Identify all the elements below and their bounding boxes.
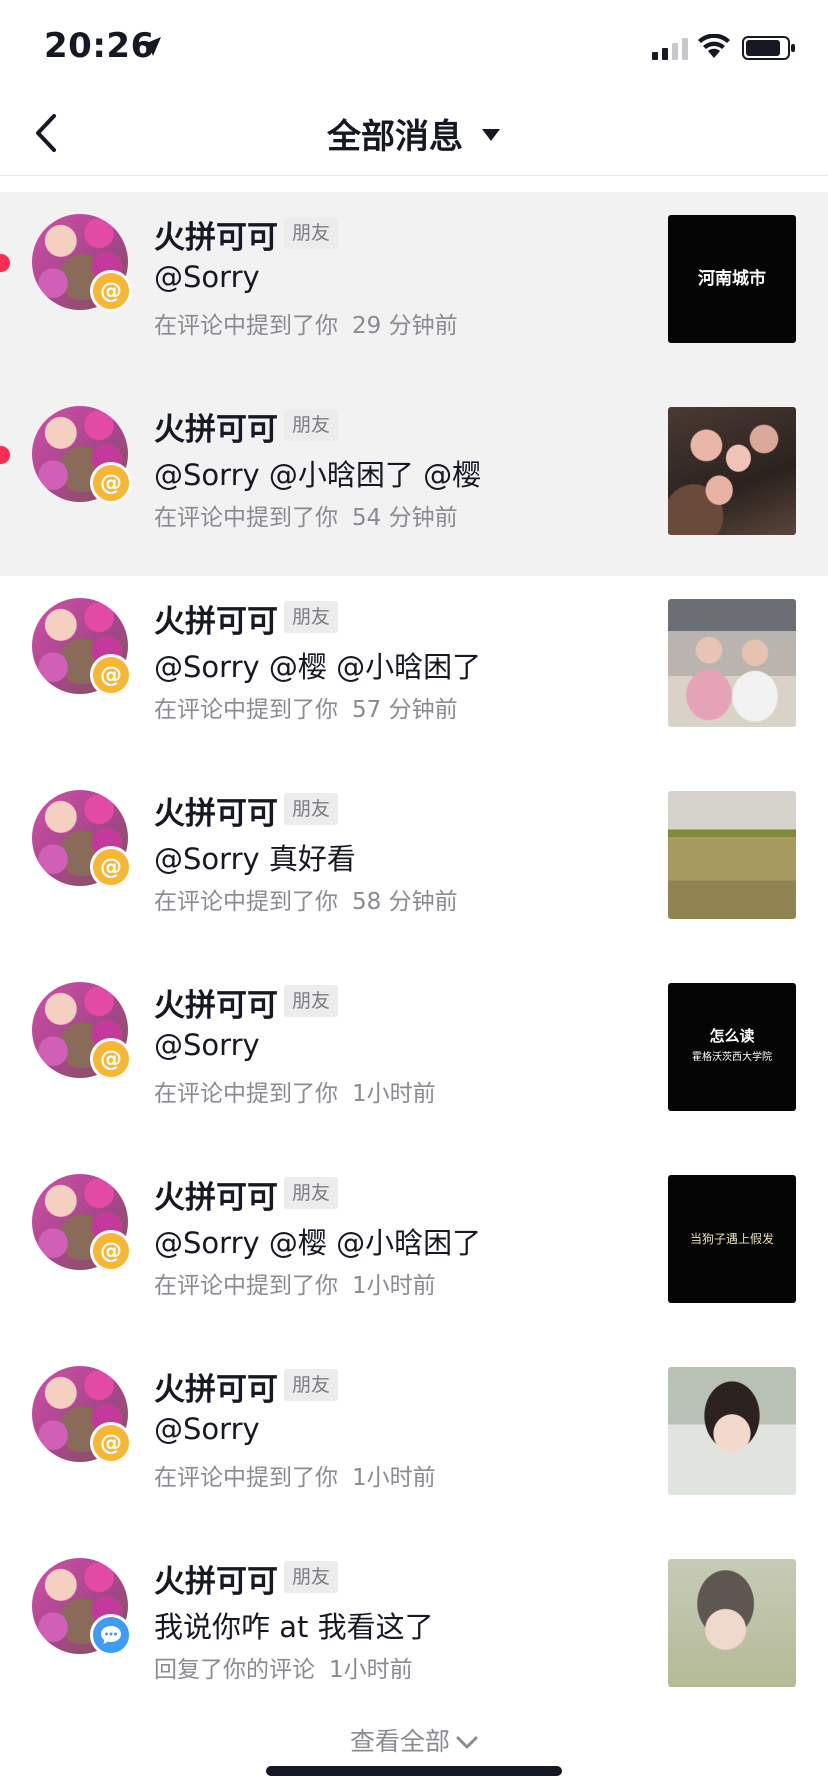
message-text: @Sorry @樱 @小晗困了 (154, 1226, 482, 1260)
signal-icon (652, 38, 688, 60)
video-thumbnail[interactable] (668, 407, 796, 535)
message-meta: 在评论中提到了你 54 分钟前 (154, 498, 458, 532)
friend-tag: 朋友 (284, 409, 339, 441)
username[interactable]: 火拼可可 (154, 212, 278, 257)
video-thumbnail[interactable] (668, 599, 796, 727)
message-meta: 在评论中提到了你 1小时前 (154, 1458, 436, 1492)
timestamp: 1小时前 (352, 1273, 436, 1299)
list-item[interactable]: @ 火拼可可 朋友 @Sorry @小晗困了 @樱 在评论中提到了你 54 分钟前 (0, 384, 828, 576)
location-arrow-icon (142, 37, 161, 56)
message-meta: 在评论中提到了你 58 分钟前 (154, 882, 458, 916)
at-icon: @ (90, 462, 132, 504)
list-item[interactable]: @ 火拼可可 朋友 @Sorry 在评论中提到了你 1小时前 (0, 1344, 828, 1536)
friend-tag: 朋友 (284, 601, 339, 633)
action-text: 在评论中提到了你 (154, 1081, 338, 1107)
timestamp: 1小时前 (329, 1657, 413, 1683)
at-icon: @ (90, 654, 132, 696)
unread-dot (0, 446, 10, 464)
username[interactable]: 火拼可可 (154, 788, 278, 833)
friend-tag: 朋友 (284, 1369, 339, 1401)
username[interactable]: 火拼可可 (154, 980, 278, 1025)
thumbnail-subcaption: 霍格沃茨西大学院 (692, 1052, 772, 1063)
thumbnail-caption: 当狗子遇上假发 (689, 1232, 774, 1246)
message-meta: 在评论中提到了你 57 分钟前 (154, 690, 458, 724)
action-text: 在评论中提到了你 (154, 313, 338, 339)
list-item[interactable]: 火拼可可 朋友 我说你咋 at 我看这了 回复了你的评论 1小时前 (0, 1536, 828, 1728)
action-text: 在评论中提到了你 (154, 1465, 338, 1491)
username[interactable]: 火拼可可 (154, 1364, 278, 1409)
message-meta: 在评论中提到了你 1小时前 (154, 1266, 436, 1300)
status-bar: 20:26 (0, 0, 828, 90)
home-indicator (266, 1766, 562, 1776)
at-icon: @ (90, 1230, 132, 1272)
page-title: 全部消息 (327, 116, 463, 157)
message-text: @Sorry @樱 @小晗困了 (154, 650, 482, 684)
friend-tag: 朋友 (284, 793, 339, 825)
list-item[interactable]: @ 火拼可可 朋友 @Sorry 在评论中提到了你 29 分钟前 河南城市 (0, 192, 828, 384)
view-all-button[interactable]: 查看全部 (0, 1722, 828, 1758)
timestamp: 1小时前 (352, 1081, 436, 1107)
username[interactable]: 火拼可可 (154, 1556, 278, 1601)
list-item[interactable]: @ 火拼可可 朋友 @Sorry @樱 @小晗困了 在评论中提到了你 1小时前 当… (0, 1152, 828, 1344)
message-text: @Sorry @小晗困了 @樱 (154, 458, 482, 492)
caret-down-icon (482, 129, 500, 141)
chevron-down-icon (456, 1736, 478, 1749)
message-list: @ 火拼可可 朋友 @Sorry 在评论中提到了你 29 分钟前 河南城市 @ 火… (0, 192, 828, 1728)
video-thumbnail[interactable]: 当狗子遇上假发 (668, 1175, 796, 1303)
message-meta: 在评论中提到了你 29 分钟前 (154, 306, 458, 340)
message-text: @Sorry (154, 1412, 260, 1446)
battery-icon (742, 36, 795, 60)
action-text: 回复了你的评论 (154, 1657, 315, 1683)
video-thumbnail[interactable]: 河南城市 (668, 215, 796, 343)
message-filter-dropdown[interactable]: 全部消息 (0, 90, 828, 176)
timestamp: 29 分钟前 (352, 313, 458, 339)
at-icon: @ (90, 270, 132, 312)
friend-tag: 朋友 (284, 217, 339, 249)
video-thumbnail[interactable] (668, 1367, 796, 1495)
friend-tag: 朋友 (284, 1177, 339, 1209)
unread-dot (0, 254, 10, 272)
video-thumbnail[interactable] (668, 791, 796, 919)
message-text: @Sorry 真好看 (154, 842, 356, 876)
friend-tag: 朋友 (284, 985, 339, 1017)
list-item[interactable]: @ 火拼可可 朋友 @Sorry 在评论中提到了你 1小时前 怎么读 霍格沃茨西大… (0, 960, 828, 1152)
list-item[interactable]: @ 火拼可可 朋友 @Sorry @樱 @小晗困了 在评论中提到了你 57 分钟前 (0, 576, 828, 768)
nav-bar: 全部消息 (0, 90, 828, 176)
username[interactable]: 火拼可可 (154, 1172, 278, 1217)
timestamp: 54 分钟前 (352, 505, 458, 531)
message-meta: 在评论中提到了你 1小时前 (154, 1074, 436, 1108)
list-item[interactable]: @ 火拼可可 朋友 @Sorry 真好看 在评论中提到了你 58 分钟前 (0, 768, 828, 960)
timestamp: 1小时前 (352, 1465, 436, 1491)
action-text: 在评论中提到了你 (154, 505, 338, 531)
action-text: 在评论中提到了你 (154, 697, 338, 723)
thumbnail-caption: 怎么读 (709, 1027, 755, 1045)
friend-tag: 朋友 (284, 1561, 339, 1593)
back-icon[interactable] (30, 110, 70, 156)
status-time: 20:26 (44, 26, 155, 66)
at-icon: @ (90, 1038, 132, 1080)
message-text: @Sorry (154, 260, 260, 294)
thumbnail-caption: 河南城市 (698, 269, 766, 289)
username[interactable]: 火拼可可 (154, 596, 278, 641)
action-text: 在评论中提到了你 (154, 1273, 338, 1299)
username[interactable]: 火拼可可 (154, 404, 278, 449)
at-icon: @ (90, 1422, 132, 1464)
wifi-icon (698, 34, 730, 58)
message-meta: 回复了你的评论 1小时前 (154, 1650, 413, 1684)
video-thumbnail[interactable] (668, 1559, 796, 1687)
at-icon: @ (90, 846, 132, 888)
comment-icon (90, 1614, 132, 1656)
message-text: @Sorry (154, 1028, 260, 1062)
timestamp: 58 分钟前 (352, 889, 458, 915)
view-all-label: 查看全部 (349, 1727, 450, 1756)
comment-bubble-icon (101, 1626, 121, 1644)
action-text: 在评论中提到了你 (154, 889, 338, 915)
message-text: 我说你咋 at 我看这了 (154, 1610, 434, 1644)
video-thumbnail[interactable]: 怎么读 霍格沃茨西大学院 (668, 983, 796, 1111)
timestamp: 57 分钟前 (352, 697, 458, 723)
